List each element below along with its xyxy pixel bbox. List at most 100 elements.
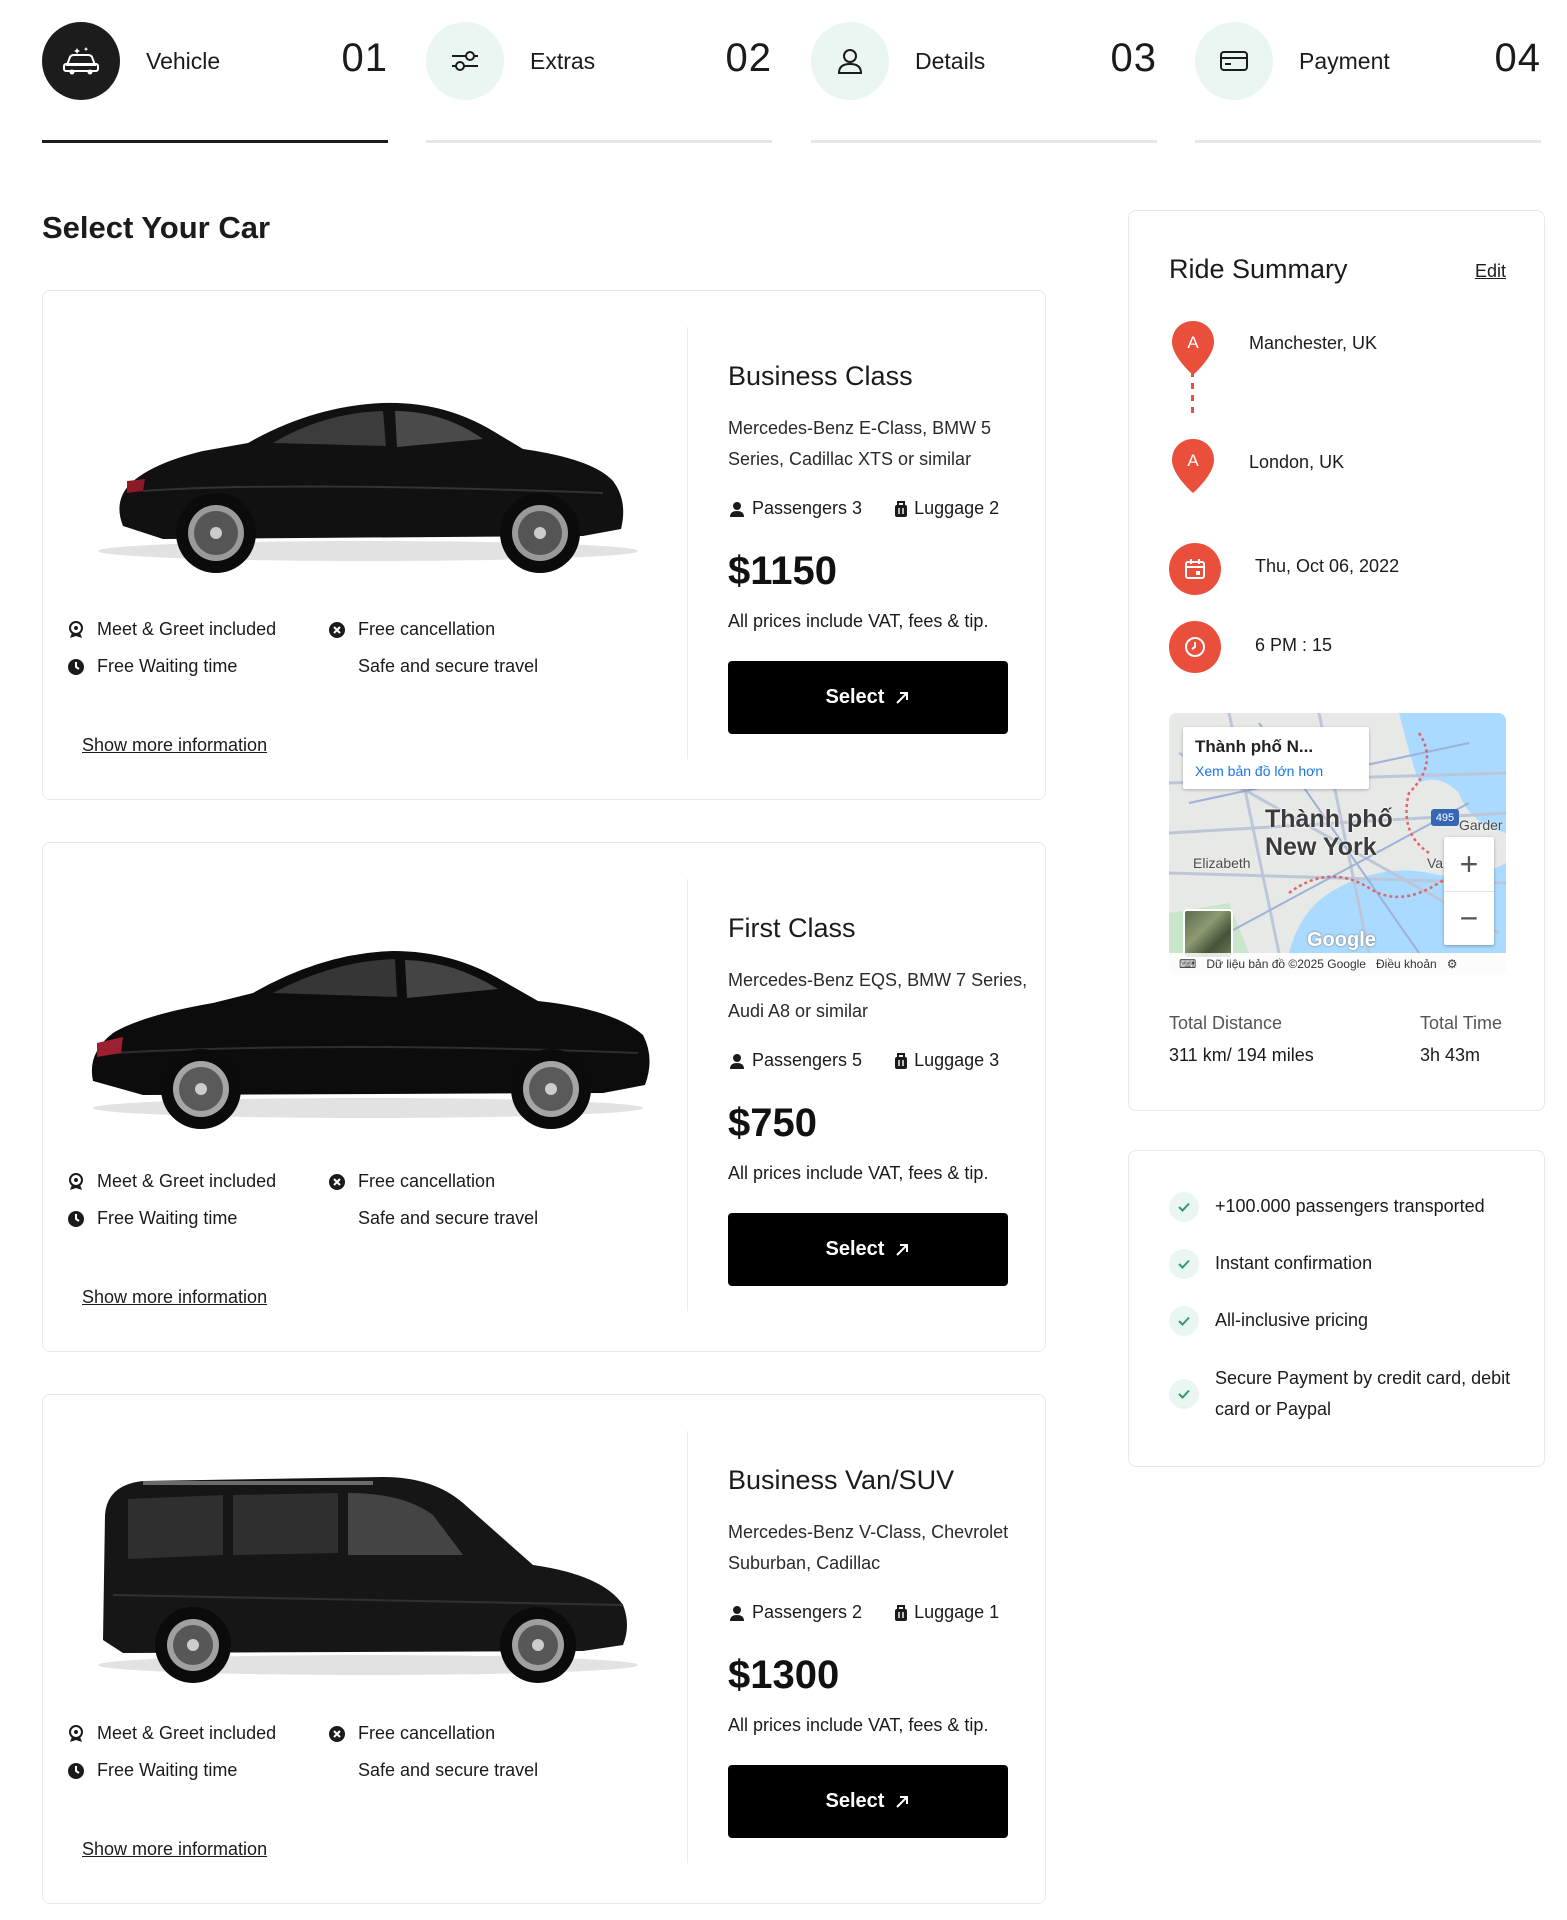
divider bbox=[687, 1431, 688, 1863]
show-more-link[interactable]: Show more information bbox=[82, 1287, 267, 1308]
car-card-first-class: Meet & Greet included Free cancellation … bbox=[42, 842, 1046, 1352]
car-card-business-class: Meet & Greet included Free cancellation … bbox=[42, 290, 1046, 800]
city-line-2: New York bbox=[1265, 833, 1377, 861]
feature-label: Free Waiting time bbox=[97, 1208, 238, 1228]
select-label: Select bbox=[825, 686, 885, 708]
map-zoom-controls: + − bbox=[1444, 837, 1494, 945]
feature-meet-greet: Meet & Greet included bbox=[67, 1171, 276, 1192]
step-extras[interactable]: Extras 02 bbox=[426, 22, 772, 144]
check-icon bbox=[1169, 1191, 1199, 1222]
zoom-out-button[interactable]: − bbox=[1444, 891, 1494, 945]
car-models: Mercedes-Benz V-Class, Chevrolet Suburba… bbox=[728, 1522, 1009, 1573]
feature-label: Safe and secure travel bbox=[358, 1208, 539, 1228]
luggage: Luggage 1 bbox=[894, 1602, 999, 1623]
edit-link[interactable]: Edit bbox=[1475, 261, 1506, 282]
price: $750 bbox=[728, 1101, 817, 1145]
award-icon bbox=[67, 620, 85, 639]
step-vehicle[interactable]: Vehicle 01 bbox=[42, 22, 388, 144]
select-button[interactable]: Select bbox=[728, 661, 1008, 734]
map-attribution: Dữ liệu bản đồ ©2025 Google bbox=[1206, 957, 1366, 971]
ride-date: Thu, Oct 06, 2022 bbox=[1255, 556, 1400, 576]
award-icon bbox=[67, 1172, 85, 1191]
pickup-marker-letter: A bbox=[1187, 333, 1199, 352]
users-icon bbox=[837, 49, 863, 74]
step-label: Vehicle bbox=[146, 48, 221, 74]
arrow-up-right-icon bbox=[896, 691, 909, 704]
divider bbox=[687, 879, 688, 1311]
map-label-garden: Garder bbox=[1459, 817, 1503, 833]
luggage-icon bbox=[895, 500, 908, 517]
feature-label: Meet & Greet included bbox=[97, 619, 277, 639]
step-details[interactable]: Details 03 bbox=[811, 22, 1157, 144]
credit-card-icon bbox=[1220, 51, 1248, 71]
clock-icon bbox=[67, 658, 85, 676]
luggage-label: Luggage 1 bbox=[914, 1602, 1000, 1622]
google-logo: Google bbox=[1307, 929, 1376, 951]
step-circle bbox=[811, 22, 889, 100]
step-label: Extras bbox=[530, 48, 596, 74]
close-circle-icon bbox=[328, 621, 346, 639]
settings-icon[interactable]: ⚙ bbox=[1447, 957, 1458, 971]
route-dots bbox=[1191, 359, 1194, 415]
route-map[interactable]: Thành phố N... Xem bản đồ lớn hơn Thành … bbox=[1169, 713, 1506, 975]
dropoff-location: London, UK bbox=[1249, 452, 1345, 472]
step-circle bbox=[426, 22, 504, 100]
feature-label: Safe and secure travel bbox=[358, 1760, 539, 1780]
passenger-icon bbox=[730, 1053, 744, 1069]
keyboard-icon[interactable]: ⌨ bbox=[1179, 957, 1196, 971]
show-more-link[interactable]: Show more information bbox=[82, 735, 267, 756]
price: $1300 bbox=[728, 1653, 840, 1697]
benefit-item: All-inclusive pricing bbox=[1169, 1305, 1515, 1336]
zoom-in-button[interactable]: + bbox=[1444, 837, 1494, 891]
price-note: All prices include VAT, fees & tip. bbox=[728, 1163, 989, 1183]
luggage-icon bbox=[895, 1604, 908, 1621]
benefit-label: +100.000 passengers transported bbox=[1215, 1196, 1485, 1216]
close-circle-icon bbox=[328, 1725, 346, 1743]
feature-safe-travel: Safe and secure travel bbox=[358, 1760, 538, 1781]
show-more-link[interactable]: Show more information bbox=[82, 1839, 267, 1860]
price: $1150 bbox=[728, 549, 838, 593]
total-time-label: Total Time bbox=[1420, 1013, 1503, 1033]
capacity-row: Passengers 5 Luggage 3 bbox=[728, 1050, 999, 1071]
benefit-label: Secure Payment by credit card, debit car… bbox=[1215, 1368, 1511, 1419]
benefit-item: Secure Payment by credit card, debit car… bbox=[1169, 1363, 1515, 1425]
select-label: Select bbox=[825, 1238, 885, 1260]
passengers-label: Passengers 2 bbox=[752, 1602, 863, 1622]
passengers: Passengers 5 bbox=[728, 1050, 862, 1071]
ride-time: 6 PM : 15 bbox=[1255, 635, 1333, 655]
ride-summary: Ride Summary Edit A Manchester, UK A Lon… bbox=[1128, 210, 1545, 1111]
select-button[interactable]: Select bbox=[728, 1213, 1008, 1286]
divider bbox=[687, 327, 688, 759]
larger-map-link[interactable]: Xem bản đồ lớn hơn bbox=[1195, 763, 1357, 779]
step-label: Payment bbox=[1299, 48, 1390, 74]
passengers-label: Passengers 3 bbox=[752, 498, 863, 518]
car-models: Mercedes-Benz E-Class, BMW 5 Series, Cad… bbox=[728, 418, 992, 469]
step-label: Details bbox=[915, 48, 986, 74]
summary-title: Ride Summary bbox=[1169, 254, 1348, 284]
check-icon bbox=[1169, 1379, 1199, 1409]
car-models: Mercedes-Benz EQS, BMW 7 Series, Audi A8… bbox=[728, 970, 1028, 1021]
step-progress-bar bbox=[811, 140, 1157, 143]
feature-safe-travel: Safe and secure travel bbox=[358, 656, 538, 677]
pickup-location: Manchester, UK bbox=[1249, 333, 1378, 353]
sedan-car-image bbox=[91, 951, 650, 1129]
feature-free-cancellation: Free cancellation bbox=[328, 1723, 495, 1744]
map-place-title: Thành phố N... bbox=[1195, 737, 1314, 756]
map-terms-link[interactable]: Điều khoản bbox=[1376, 957, 1437, 971]
step-progress-bar bbox=[42, 140, 388, 143]
benefit-item: Instant confirmation bbox=[1169, 1248, 1515, 1279]
select-button[interactable]: Select bbox=[728, 1765, 1008, 1838]
map-label-elizabeth: Elizabeth bbox=[1193, 855, 1251, 871]
select-label: Select bbox=[825, 1790, 885, 1812]
route-badge: 495 bbox=[1431, 809, 1459, 826]
step-payment[interactable]: Payment 04 bbox=[1195, 22, 1541, 144]
feature-label: Meet & Greet included bbox=[97, 1723, 277, 1743]
feature-label: Free Waiting time bbox=[97, 656, 238, 676]
clock-icon bbox=[67, 1210, 85, 1228]
feature-free-waiting: Free Waiting time bbox=[67, 1208, 237, 1229]
step-number: 02 bbox=[725, 36, 772, 80]
award-icon bbox=[67, 1724, 85, 1743]
satellite-toggle[interactable] bbox=[1183, 909, 1233, 959]
check-icon bbox=[1169, 1305, 1199, 1336]
luggage-label: Luggage 3 bbox=[914, 1050, 1000, 1070]
